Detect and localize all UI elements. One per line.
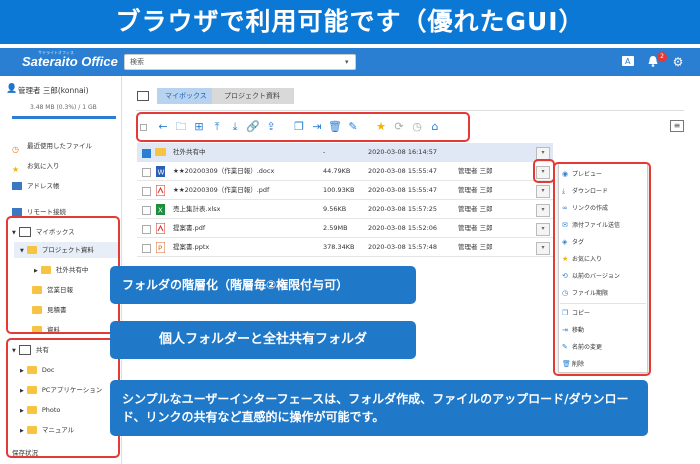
pdf-file-icon [155,222,166,235]
powerpoint-file-icon: P [155,241,166,254]
row-menu-button[interactable]: ▾ [536,223,550,236]
file-name[interactable]: ★★20200309（作業日報）.pdf [173,181,269,200]
file-name[interactable]: ★★20200309（作業日報）.docx [173,162,274,181]
file-size: 9.56KB [323,205,347,213]
file-size: 100.93KB [323,186,355,194]
file-date: 2020-03-08 15:55:47 [368,186,438,194]
svg-text:W: W [158,169,165,177]
sidebar-item-address-book[interactable]: アドレス帳 [12,178,60,194]
mybox-icon [137,91,149,101]
row-checkbox[interactable] [142,244,151,253]
file-size: 2.59MB [323,224,348,232]
shared-highlight [6,338,120,458]
user-name[interactable]: 管理者 三郎(konnai) [18,85,89,96]
row-checkbox[interactable] [142,168,151,177]
context-menu-highlight [553,162,651,376]
file-owner: 管理者 三郎 [458,205,493,213]
table-row[interactable]: P 提案書.pptx 378.34KB 2020-03-08 15:57:48 … [137,238,553,257]
file-size: 378.34KB [323,243,355,251]
table-row[interactable]: 社外共有中 - 2020-03-08 16:14:57 ▾ [137,143,553,162]
excel-file-icon: X [156,204,165,215]
view-toggle-icon[interactable]: ≡ [670,120,684,132]
file-owner: 管理者 三郎 [458,243,493,251]
notification-badge: 2 [657,52,667,62]
file-date: 2020-03-08 15:55:47 [368,167,438,175]
office-app-icon[interactable]: A [620,54,636,70]
sidebar-item-recent[interactable]: ◷ 最近使用したファイル [12,138,92,154]
row-menu-button[interactable]: ▾ [536,185,550,198]
banner-title: ブラウザで利用可能です（優れたGUI） [115,7,585,36]
row-checkbox[interactable] [142,149,151,158]
row-checkbox[interactable] [142,187,151,196]
search-input[interactable] [124,54,356,70]
menu-button-highlight [533,159,555,183]
callout-simple-ui: シンプルなユーザーインターフェースは、フォルダ作成、ファイルのアップロード/ダウ… [110,380,648,436]
app-logo[interactable]: Sateraito Office [22,48,118,76]
folder-icon [155,148,166,156]
file-name[interactable]: 社外共有中 [173,143,206,162]
divider [136,110,684,111]
user-icon: 👤 [6,84,18,94]
sidebar-item-label: お気に入り [27,162,60,170]
search-dropdown-icon[interactable]: ▾ [345,55,349,69]
file-size: - [323,148,326,156]
row-menu-button[interactable]: ▾ [536,204,550,217]
row-menu-button[interactable]: ▾ [536,242,550,255]
callout-hierarchy: フォルダの階層化（階層毎②権限付与可） [110,266,416,304]
clock-icon: ◷ [12,145,19,154]
sidebar-item-label: アドレス帳 [27,182,60,190]
contacts-icon [12,182,22,190]
breadcrumb-project[interactable]: プロジェクト資料 [212,88,294,104]
svg-text:X: X [158,207,163,215]
svg-text:A: A [625,57,631,66]
file-name[interactable]: 提案書.pptx [173,238,209,257]
sidebar-item-favorites[interactable]: ★ お気に入り [12,158,60,174]
sidebar-item-label: リモート接続 [27,208,66,216]
file-name[interactable]: 売上集計表.xlsx [173,200,220,219]
table-row[interactable]: 提案書.pdf 2.59MB 2020-03-08 15:52:06 管理者 三… [137,219,553,238]
table-row[interactable]: W ★★20200309（作業日報）.docx 44.79KB 2020-03-… [137,162,553,181]
row-checkbox[interactable] [142,225,151,234]
file-owner: 管理者 三郎 [458,167,493,175]
monitor-icon [12,208,22,216]
file-date: 2020-03-08 15:57:25 [368,205,438,213]
file-name[interactable]: 提案書.pdf [173,219,205,238]
star-icon: ★ [12,165,20,174]
storage-bar [12,116,116,119]
pdf-file-icon [155,184,166,197]
table-row[interactable]: ★★20200309（作業日報）.pdf 100.93KB 2020-03-08… [137,181,553,200]
search-placeholder: 検索 [130,58,144,66]
file-date: 2020-03-08 15:57:48 [368,243,438,251]
file-date: 2020-03-08 16:14:57 [368,148,438,156]
word-file-icon: W [156,166,165,177]
table-row[interactable]: X 売上集計表.xlsx 9.56KB 2020-03-08 15:57:25 … [137,200,553,219]
svg-text:P: P [158,245,162,253]
callout-personal-shared: 個人フォルダーと全社共有フォルダ [110,321,416,359]
sidebar-item-label: 最近使用したファイル [27,142,92,150]
file-date: 2020-03-08 15:52:06 [368,224,438,232]
mybox-highlight [6,216,120,334]
row-checkbox[interactable] [142,206,151,215]
settings-gear-icon[interactable]: ⚙ [670,54,686,70]
storage-usage: 3.48 MB (0.3%) / 1 GB [30,104,97,111]
file-size: 44.79KB [323,167,351,175]
file-owner: 管理者 三郎 [458,224,493,232]
file-owner: 管理者 三郎 [458,186,493,194]
toolbar-highlight [136,112,470,142]
